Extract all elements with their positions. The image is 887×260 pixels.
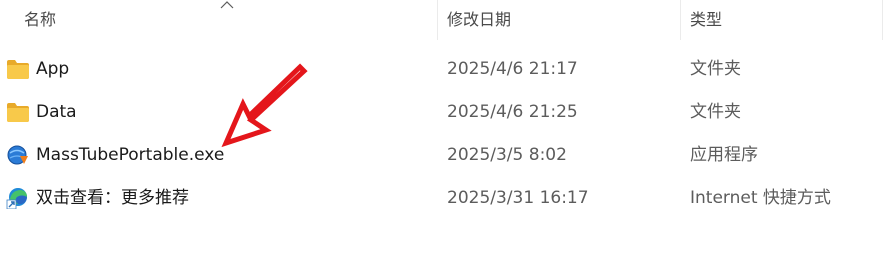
file-type: 文件夹 [690, 102, 741, 122]
file-name: 双击查看：更多推荐 [36, 188, 189, 208]
column-header-type[interactable]: 类型 [690, 0, 880, 40]
file-date-modified: 2025/3/31 16:17 [447, 188, 589, 208]
file-type: 文件夹 [690, 59, 741, 79]
folder-icon [7, 60, 29, 79]
file-date-modified: 2025/3/5 8:02 [447, 145, 567, 165]
file-date-modified: 2025/4/6 21:17 [447, 59, 578, 79]
folder-icon [7, 103, 29, 122]
app-exe-icon [7, 145, 28, 165]
column-divider[interactable] [437, 0, 438, 40]
column-header-bar: 名称 修改日期 类型 [0, 0, 887, 40]
file-row-internet-shortcut[interactable]: 双击查看：更多推荐 2025/3/31 16:17 Internet 快捷方式 [0, 179, 887, 217]
file-row-masstubeportable-exe[interactable]: MassTubePortable.exe 2025/3/5 8:02 应用程序 [0, 136, 887, 174]
file-name: App [36, 59, 70, 79]
file-name: MassTubePortable.exe [36, 145, 225, 165]
file-type: 应用程序 [690, 145, 758, 165]
file-row-data[interactable]: Data 2025/4/6 21:25 文件夹 [0, 93, 887, 131]
column-header-date-modified[interactable]: 修改日期 [447, 0, 679, 40]
file-row-app[interactable]: App 2025/4/6 21:17 文件夹 [0, 50, 887, 88]
file-name: Data [36, 102, 77, 122]
file-type: Internet 快捷方式 [690, 188, 831, 208]
internet-shortcut-icon [6, 188, 27, 209]
column-divider[interactable] [680, 0, 681, 40]
column-divider[interactable] [882, 0, 883, 40]
column-header-name[interactable]: 名称 [24, 0, 436, 40]
file-explorer: 名称 修改日期 类型 App 2025/4/6 21:17 文件夹 Data 2… [0, 0, 887, 260]
file-date-modified: 2025/4/6 21:25 [447, 102, 578, 122]
